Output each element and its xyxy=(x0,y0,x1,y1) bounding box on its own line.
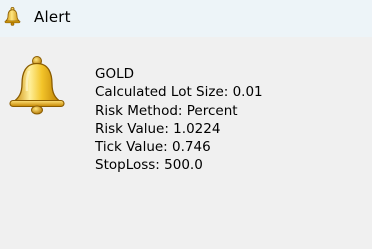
bell-icon xyxy=(7,55,67,115)
bell-icon xyxy=(4,6,21,26)
message-line-risk-method: Risk Method: Percent xyxy=(95,102,238,119)
window-title: Alert xyxy=(34,8,71,26)
message-line-symbol: GOLD xyxy=(95,66,135,82)
message-line-lot-size: Calculated Lot Size: 0.01 xyxy=(95,84,263,101)
title-bar[interactable]: Alert xyxy=(0,0,372,37)
message-line-tick-value: Tick Value: 0.746 xyxy=(95,139,211,156)
message-line-risk-value: Risk Value: 1.0224 xyxy=(95,120,221,137)
message-line-stoploss: StopLoss: 500.0 xyxy=(95,157,203,174)
alert-message: GOLD Calculated Lot Size: 0.01 Risk Meth… xyxy=(95,65,263,175)
alert-window: Alert GOLD Calculated Lot Size: 0.01 Ris… xyxy=(0,0,372,249)
alert-content: GOLD Calculated Lot Size: 0.01 Risk Meth… xyxy=(0,37,372,249)
